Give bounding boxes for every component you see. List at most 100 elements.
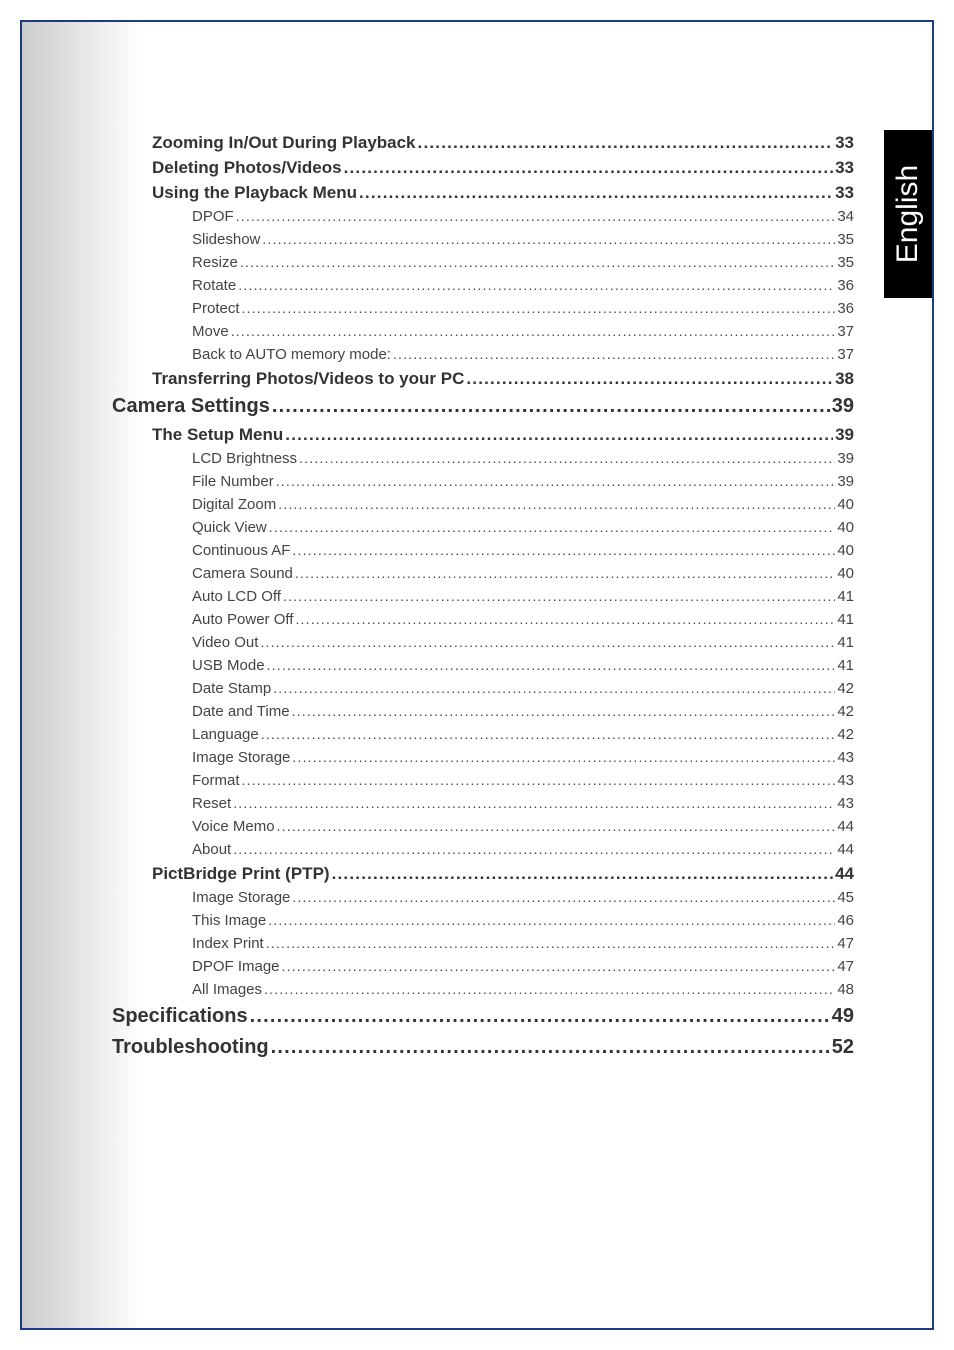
toc-leader-dots	[295, 562, 835, 584]
toc-title: Reset	[192, 793, 231, 815]
table-of-contents: Zooming In/Out During Playback 33Deletin…	[112, 130, 854, 1063]
toc-title: Specifications	[112, 1001, 248, 1032]
toc-page-number: 44	[837, 839, 854, 861]
toc-row: Quick View 40	[192, 516, 854, 539]
toc-page-number: 38	[835, 366, 854, 391]
toc-title: Voice Memo	[192, 816, 275, 838]
toc-row: Troubleshooting 52	[112, 1032, 854, 1063]
toc-title: Back to AUTO memory mode:	[192, 344, 391, 366]
toc-row: USB Mode 41	[192, 654, 854, 677]
toc-row: Using the Playback Menu 33	[152, 180, 854, 205]
toc-title: Deleting Photos/Videos	[152, 155, 342, 180]
toc-page-number: 47	[837, 956, 854, 978]
language-tab: English	[884, 130, 932, 298]
toc-leader-dots	[269, 516, 836, 538]
toc-title: Rotate	[192, 275, 236, 297]
toc-row: Protect 36	[192, 297, 854, 320]
toc-page-number: 46	[837, 910, 854, 932]
toc-page-number: 43	[837, 793, 854, 815]
toc-leader-dots	[292, 700, 836, 722]
toc-page-number: 41	[837, 586, 854, 608]
toc-leader-dots	[292, 886, 835, 908]
toc-row: Resize 35	[192, 251, 854, 274]
toc-title: Camera Sound	[192, 563, 293, 585]
toc-title: Continuous AF	[192, 540, 290, 562]
toc-leader-dots	[233, 792, 835, 814]
toc-leader-dots	[267, 654, 836, 676]
toc-row: PictBridge Print (PTP) 44	[152, 861, 854, 886]
toc-row: Voice Memo 44	[192, 815, 854, 838]
toc-leader-dots	[295, 608, 835, 630]
toc-leader-dots	[344, 155, 834, 180]
toc-leader-dots	[276, 470, 836, 492]
toc-page-number: 43	[837, 770, 854, 792]
toc-page-number: 33	[835, 130, 854, 155]
toc-title: PictBridge Print (PTP)	[152, 861, 330, 886]
toc-page-number: 39	[837, 448, 854, 470]
toc-row: Camera Sound 40	[192, 562, 854, 585]
toc-page-number: 48	[837, 979, 854, 1001]
toc-row: About 44	[192, 838, 854, 861]
toc-leader-dots	[299, 447, 835, 469]
toc-leader-dots	[278, 493, 835, 515]
toc-row: Rotate 36	[192, 274, 854, 297]
toc-title: Auto Power Off	[192, 609, 293, 631]
toc-page-number: 37	[837, 321, 854, 343]
toc-row: Specifications 49	[112, 1001, 854, 1032]
toc-leader-dots	[261, 723, 836, 745]
toc-leader-dots	[277, 815, 836, 837]
toc-title: Resize	[192, 252, 238, 274]
toc-row: Auto LCD Off 41	[192, 585, 854, 608]
toc-title: Quick View	[192, 517, 267, 539]
toc-leader-dots	[264, 978, 835, 1000]
toc-title: LCD Brightness	[192, 448, 297, 470]
toc-page-number: 33	[835, 155, 854, 180]
toc-title: Date Stamp	[192, 678, 271, 700]
toc-leader-dots	[236, 205, 836, 227]
toc-leader-dots	[250, 1001, 830, 1032]
toc-row: DPOF 34	[192, 205, 854, 228]
toc-row: Auto Power Off 41	[192, 608, 854, 631]
toc-page-number: 52	[832, 1032, 854, 1063]
toc-title: Troubleshooting	[112, 1032, 269, 1063]
toc-row: Transferring Photos/Videos to your PC 38	[152, 366, 854, 391]
toc-row: Format 43	[192, 769, 854, 792]
toc-page-number: 44	[837, 816, 854, 838]
toc-leader-dots	[242, 769, 836, 791]
toc-title: File Number	[192, 471, 274, 493]
toc-page-number: 39	[832, 391, 854, 422]
toc-leader-dots	[233, 838, 835, 860]
toc-title: Format	[192, 770, 240, 792]
toc-title: Move	[192, 321, 229, 343]
toc-title: Slideshow	[192, 229, 260, 251]
toc-page-number: 49	[832, 1001, 854, 1032]
toc-row: LCD Brightness 39	[192, 447, 854, 470]
toc-page-number: 36	[837, 298, 854, 320]
toc-page-number: 41	[837, 609, 854, 631]
toc-row: Video Out 41	[192, 631, 854, 654]
toc-leader-dots	[285, 422, 833, 447]
toc-page-number: 34	[837, 206, 854, 228]
toc-title: Date and Time	[192, 701, 290, 723]
toc-leader-dots	[271, 1032, 830, 1063]
toc-title: Auto LCD Off	[192, 586, 281, 608]
toc-leader-dots	[260, 631, 835, 653]
toc-row: Digital Zoom 40	[192, 493, 854, 516]
toc-title: DPOF	[192, 206, 234, 228]
toc-title: Index Print	[192, 933, 264, 955]
toc-page-number: 40	[837, 540, 854, 562]
toc-leader-dots	[262, 228, 835, 250]
toc-page-number: 45	[837, 887, 854, 909]
toc-title: Digital Zoom	[192, 494, 276, 516]
toc-leader-dots	[238, 274, 835, 296]
toc-row: Image Storage 45	[192, 886, 854, 909]
toc-leader-dots	[418, 130, 834, 155]
toc-page-number: 40	[837, 494, 854, 516]
toc-leader-dots	[393, 343, 835, 365]
toc-title: Video Out	[192, 632, 258, 654]
toc-page-number: 42	[837, 701, 854, 723]
toc-page-number: 39	[837, 471, 854, 493]
toc-row: Slideshow 35	[192, 228, 854, 251]
toc-page-number: 42	[837, 678, 854, 700]
toc-row: The Setup Menu 39	[152, 422, 854, 447]
